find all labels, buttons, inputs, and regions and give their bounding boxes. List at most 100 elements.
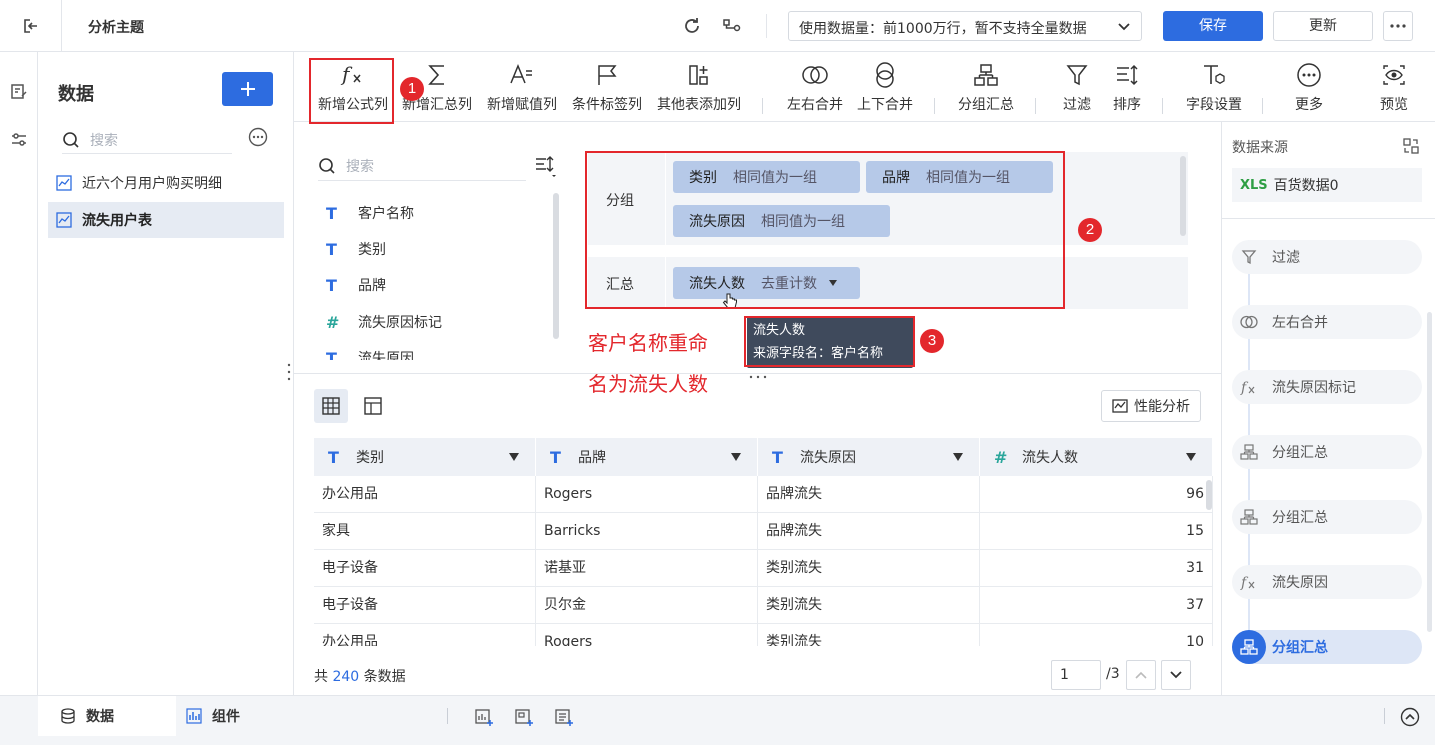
more-operations-button[interactable]: 更多 bbox=[1289, 60, 1329, 120]
group-summary-button[interactable]: 分组汇总 bbox=[952, 60, 1020, 120]
row-count: 共 240 条数据 bbox=[314, 666, 406, 686]
add-column-icon bbox=[689, 65, 708, 85]
data-volume-value: 使用数据量：前1000万行，暂不支持全量数据 bbox=[799, 21, 1087, 37]
toolbar-label: 排序 bbox=[1113, 97, 1141, 113]
table-item-purchase[interactable]: 近六个月用户购买明细 bbox=[48, 165, 284, 201]
table-cell: 电子设备 bbox=[314, 550, 536, 587]
column-header[interactable]: T 类别 bbox=[314, 438, 536, 476]
column-header-label: 流失原因 bbox=[800, 450, 856, 466]
field-list-scrollbar[interactable] bbox=[553, 193, 559, 339]
add-assign-column-button[interactable]: 新增赋值列 bbox=[483, 60, 561, 120]
field-search-input[interactable]: 搜索 bbox=[318, 151, 526, 181]
table-cell: 类别流失 bbox=[758, 587, 980, 624]
sort-button[interactable]: 排序 bbox=[1107, 60, 1147, 120]
add-data-button[interactable] bbox=[222, 72, 273, 106]
group-summary-icon bbox=[1240, 509, 1258, 525]
column-header[interactable]: T 流失原因 bbox=[758, 438, 980, 476]
column-header-label: 流失人数 bbox=[1022, 450, 1078, 466]
field-item[interactable]: T 客户名称 bbox=[326, 201, 414, 225]
update-button[interactable]: 更新 bbox=[1273, 11, 1373, 41]
table-cell: 31 bbox=[980, 550, 1213, 587]
collapse-panel-button[interactable] bbox=[1399, 706, 1421, 728]
pipeline-expand-button[interactable] bbox=[1402, 137, 1420, 155]
layout-view-button[interactable] bbox=[356, 389, 390, 423]
prev-page-button[interactable] bbox=[1126, 660, 1156, 690]
table-item-churn[interactable]: 流失用户表 bbox=[48, 202, 284, 238]
toolbar-divider bbox=[762, 98, 763, 114]
caret-down-icon bbox=[731, 453, 741, 461]
field-sort-button[interactable] bbox=[534, 155, 556, 179]
svg-text:f: f bbox=[1240, 380, 1249, 395]
data-source-item[interactable]: XLS 百货数据0 bbox=[1232, 168, 1422, 202]
refresh-button[interactable] bbox=[681, 15, 703, 37]
page-number-input[interactable]: 1 bbox=[1051, 660, 1101, 690]
toolbar-label: 更多 bbox=[1295, 97, 1323, 113]
field-settings-button[interactable]: 字段设置 bbox=[1180, 60, 1248, 120]
pipeline-step-group-active[interactable]: 分组汇总 bbox=[1232, 630, 1422, 664]
field-settings-icon bbox=[1204, 65, 1225, 84]
tab-component[interactable]: 组件 bbox=[186, 696, 286, 736]
column-header[interactable]: # 流失人数 bbox=[980, 438, 1213, 476]
caret-down-icon bbox=[1186, 453, 1196, 461]
group-scrollbar[interactable] bbox=[1180, 156, 1186, 236]
pipeline-step-label: 分组汇总 bbox=[1272, 445, 1328, 461]
data-volume-select[interactable]: 使用数据量：前1000万行，暂不支持全量数据 bbox=[788, 11, 1142, 41]
more-menu-button[interactable] bbox=[1383, 11, 1413, 41]
preview-button[interactable]: 预览 bbox=[1374, 60, 1414, 120]
toolbar-label: 左右合并 bbox=[787, 97, 843, 113]
pipeline-step-merge[interactable]: 左右合并 bbox=[1232, 305, 1422, 339]
more-circle-icon bbox=[248, 127, 268, 147]
add-column-from-table-button[interactable]: 其他表添加列 bbox=[653, 60, 745, 120]
add-filter-component-button[interactable] bbox=[513, 706, 535, 728]
up-down-merge-button[interactable]: 上下合并 bbox=[852, 60, 918, 120]
toolbar-label: 预览 bbox=[1380, 97, 1408, 113]
exit-button[interactable] bbox=[0, 0, 62, 52]
pipeline-step-label: 流失原因标记 bbox=[1272, 380, 1356, 396]
filter-button[interactable]: 过滤 bbox=[1057, 60, 1097, 120]
pipeline-step-label: 分组汇总 bbox=[1272, 510, 1328, 526]
data-search-input[interactable]: 搜索 bbox=[62, 126, 232, 154]
bottom-divider bbox=[1384, 708, 1385, 724]
pipeline-step-label: 流失原因 bbox=[1272, 575, 1328, 591]
field-item[interactable]: T 类别 bbox=[326, 237, 386, 261]
rail-data-button[interactable] bbox=[8, 80, 30, 102]
tab-data[interactable]: 数据 bbox=[38, 696, 176, 736]
group-summary-icon bbox=[1240, 444, 1258, 460]
pipeline-step-group[interactable]: 分组汇总 bbox=[1232, 500, 1422, 534]
table-cell: 品牌流失 bbox=[758, 513, 980, 550]
rail-settings-button[interactable] bbox=[8, 129, 30, 151]
add-chart-button[interactable] bbox=[473, 706, 495, 728]
field-item[interactable]: T 流失原因 bbox=[326, 346, 414, 361]
pipeline-step-group[interactable]: 分组汇总 bbox=[1232, 435, 1422, 469]
pipeline-step-formula[interactable]: f 流失原因标记 bbox=[1232, 370, 1422, 404]
column-header[interactable]: T 品牌 bbox=[536, 438, 758, 476]
data-more-button[interactable] bbox=[248, 127, 268, 147]
page-total: /3 bbox=[1106, 666, 1120, 682]
field-item[interactable]: # 流失原因标记 bbox=[326, 310, 442, 334]
section-resize-handle[interactable] bbox=[748, 374, 768, 380]
lineage-button[interactable] bbox=[721, 15, 743, 37]
performance-analysis-button[interactable]: 性能分析 bbox=[1101, 390, 1201, 422]
pipeline-divider bbox=[1222, 218, 1435, 219]
pipeline-step-filter[interactable]: 过滤 bbox=[1232, 240, 1422, 274]
table-scrollbar[interactable] bbox=[1206, 480, 1212, 510]
condition-tag-column-button[interactable]: 条件标签列 bbox=[568, 60, 646, 120]
top-header: 分析主题 使用数据量：前1000万行，暂不支持全量数据 保存 更新 bbox=[0, 0, 1435, 52]
data-panel-title: 数据 bbox=[58, 84, 94, 105]
panel-resize-handle[interactable] bbox=[286, 362, 292, 382]
toolbar-label: 新增赋值列 bbox=[487, 97, 557, 113]
flag-icon bbox=[598, 65, 617, 85]
pipeline-step-formula[interactable]: f 流失原因 bbox=[1232, 565, 1422, 599]
left-rail bbox=[0, 52, 38, 695]
field-item[interactable]: T 品牌 bbox=[326, 273, 386, 297]
up-down-merge-icon bbox=[876, 62, 894, 88]
next-page-button[interactable] bbox=[1161, 660, 1191, 690]
add-text-component-button[interactable] bbox=[553, 706, 575, 728]
save-button[interactable]: 保存 bbox=[1163, 11, 1263, 41]
field-label: 类别 bbox=[358, 242, 386, 258]
toolbar-divider bbox=[1162, 98, 1163, 114]
left-right-merge-button[interactable]: 左右合并 bbox=[781, 60, 849, 120]
grid-view-button[interactable] bbox=[314, 389, 348, 423]
data-search-placeholder: 搜索 bbox=[90, 132, 118, 149]
pipeline-scrollbar[interactable] bbox=[1427, 312, 1432, 632]
